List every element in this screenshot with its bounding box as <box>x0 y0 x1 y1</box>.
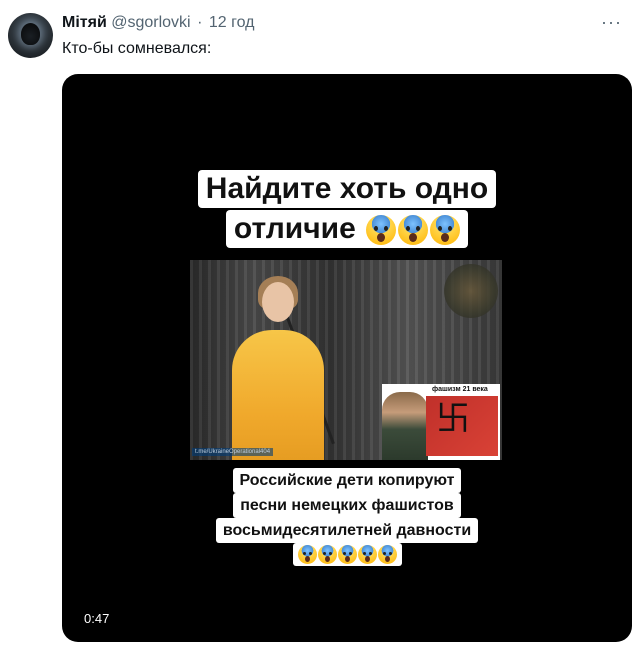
caption-top-line2: отличие <box>233 212 356 245</box>
screaming-face-emoji-icon <box>398 215 429 246</box>
caption-bottom-emoji-row <box>292 543 402 566</box>
video-duration: 0:47 <box>84 611 110 626</box>
emoji-row <box>366 215 461 246</box>
author-handle[interactable]: @sgorlovki <box>111 14 190 31</box>
avatar[interactable] <box>8 13 53 58</box>
avatar-silhouette <box>21 23 40 45</box>
caption-top-line2-box: отличие <box>225 210 469 248</box>
video-caption-bottom: Российские дети копируют песни немецких … <box>62 468 632 569</box>
author-name[interactable]: Мітяй <box>62 14 107 31</box>
video-caption-top: Найдите хоть одно отличие <box>62 170 632 248</box>
inset-title: фашизм 21 века <box>432 386 488 393</box>
timestamp[interactable]: 12 год <box>209 14 255 31</box>
festival-logo <box>444 264 498 318</box>
screaming-face-emoji-icon <box>297 545 317 564</box>
video-frame: t.me/UkraineOperational404 卐 фашизм 21 в… <box>190 260 502 460</box>
caption-top-line1: Найдите хоть одно <box>197 170 497 208</box>
inset-image: 卐 фашизм 21 века <box>382 384 500 460</box>
tweet-text: Кто-бы сомневался: <box>62 40 212 57</box>
inset-uniformed-figure <box>382 392 428 460</box>
separator: · <box>197 14 203 31</box>
singer-head <box>262 282 294 322</box>
screaming-face-emoji-icon <box>430 215 461 246</box>
caption-bottom-line2: песни немецких фашистов <box>233 493 461 518</box>
caption-bottom-line1: Российские дети копируют <box>232 468 462 493</box>
screaming-face-emoji-icon <box>377 545 397 564</box>
screaming-face-emoji-icon <box>357 545 377 564</box>
more-horizontal-icon[interactable]: ··· <box>601 12 622 33</box>
caption-bottom-line3: восьмидесятилетней давности <box>215 518 479 543</box>
screaming-face-emoji-icon <box>337 545 357 564</box>
video-watermark: t.me/UkraineOperational404 <box>192 448 274 456</box>
singer-dress <box>232 330 324 460</box>
screaming-face-emoji-icon <box>317 545 337 564</box>
inset-symbol: 卐 <box>436 400 470 438</box>
screaming-face-emoji-icon <box>366 215 397 246</box>
video-player[interactable]: Найдите хоть одно отличие t.me/UkraineOp… <box>62 74 632 642</box>
tweet-header: Мітяй @sgorlovki · 12 год <box>62 14 254 32</box>
